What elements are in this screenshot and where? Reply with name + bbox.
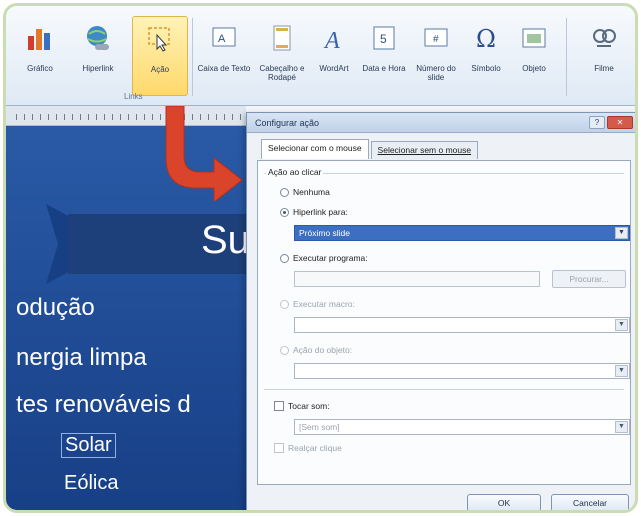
slide-title: Su [201, 218, 250, 262]
dialog-title: Configurar ação [255, 118, 320, 128]
slide-number-icon: # [424, 28, 448, 47]
svg-text:#: # [433, 34, 439, 45]
hyperlink-select-value: Próximo slide [299, 228, 351, 238]
wordart-button[interactable]: A WordArt [306, 16, 362, 96]
macro-select[interactable]: ▼ [294, 317, 630, 333]
action-icon [148, 27, 170, 52]
dialog-tabs: Selecionar com o mouse Selecionar sem o … [261, 139, 480, 159]
chart-button-label: Gráfico [27, 64, 53, 73]
option-run-macro[interactable]: Executar macro: [280, 299, 355, 309]
radio-object-action[interactable] [280, 345, 289, 355]
chart-icon [28, 29, 50, 50]
chevron-down-icon[interactable]: ▼ [615, 365, 628, 377]
option-hyperlink-label: Hiperlink para: [293, 207, 348, 217]
links-group-label: Links [124, 92, 143, 101]
close-button[interactable]: ✕ [607, 116, 633, 129]
option-run-program-label: Executar programa: [293, 253, 368, 263]
browse-button[interactable]: Procurar... [552, 270, 626, 288]
option-object-action-label: Ação do objeto: [293, 345, 353, 355]
wordart-button-label: WordArt [319, 64, 349, 73]
wordart-icon: A [323, 28, 340, 52]
textbox-button[interactable]: A Caixa de Texto [196, 16, 252, 96]
slide-bullet: tes renováveis d [16, 391, 191, 418]
tab-mouse-over[interactable]: Selecionar sem o mouse [370, 141, 479, 159]
hyperlink-button[interactable]: Hiperlink [70, 16, 126, 96]
hyperlink-select[interactable]: Próximo slide ▼ [294, 225, 630, 241]
slide-subitem: Eólica [64, 472, 119, 494]
section-divider [264, 389, 624, 390]
radio-none[interactable] [280, 187, 289, 197]
checkbox-highlight-click[interactable] [274, 443, 284, 453]
chevron-down-icon[interactable]: ▼ [615, 319, 628, 331]
date-time-button[interactable]: 5 Data e Hora [356, 16, 412, 96]
option-run-program[interactable]: Executar programa: [280, 253, 368, 263]
chart-button[interactable]: Gráfico [12, 16, 68, 96]
action-button[interactable]: Ação [132, 16, 188, 96]
slide-subitem-selected[interactable]: Solar [61, 433, 116, 458]
section-label: Ação ao clicar [266, 167, 324, 177]
option-run-macro-label: Executar macro: [293, 299, 355, 309]
option-none-label: Nenhuma [293, 187, 330, 197]
object-button[interactable]: Objeto [506, 16, 562, 96]
program-path-field[interactable] [294, 271, 540, 287]
chevron-down-icon[interactable]: ▼ [615, 227, 628, 239]
option-object-action[interactable]: Ação do objeto: [280, 345, 352, 355]
action-settings-dialog: Configurar ação ? ✕ Selecionar com o mou… [246, 112, 635, 510]
option-none[interactable]: Nenhuma [280, 187, 330, 197]
tab-mouse-over-label: Selecionar sem o mouse [377, 145, 472, 155]
header-footer-icon [273, 25, 291, 51]
object-button-label: Objeto [522, 64, 546, 73]
option-play-sound-label: Tocar som: [288, 401, 330, 411]
film-button[interactable]: Filme [576, 16, 632, 96]
header-footer-button-label: Cabeçalho e Rodapé [259, 64, 305, 82]
tab-panel: Ação ao clicar Nenhuma Hiperlink para: P… [257, 160, 631, 485]
header-footer-button[interactable]: Cabeçalho e Rodapé [254, 16, 310, 96]
action-button-label: Ação [150, 65, 170, 74]
radio-run-program[interactable] [280, 253, 289, 263]
svg-text:A: A [218, 33, 226, 45]
date-time-icon: 5 [373, 26, 395, 50]
ok-button[interactable]: OK [467, 494, 541, 510]
cancel-button[interactable]: Cancelar [551, 494, 629, 510]
option-play-sound[interactable]: Tocar som: [274, 401, 330, 411]
checkbox-play-sound[interactable] [274, 401, 284, 411]
slide-number-button[interactable]: # Número do slide [408, 16, 464, 96]
sound-select[interactable]: [Sem som] ▼ [294, 419, 630, 435]
option-highlight-click[interactable]: Realçar clique [274, 443, 342, 453]
red-arrow-annotation [165, 106, 243, 201]
option-highlight-click-label: Realçar clique [288, 443, 342, 453]
hyperlink-button-label: Hiperlink [82, 64, 114, 73]
svg-text:A: A [323, 28, 340, 52]
svg-text:5: 5 [380, 32, 387, 46]
help-button[interactable]: ? [589, 116, 605, 129]
omega-icon: Ω [476, 25, 496, 52]
radio-run-macro[interactable] [280, 299, 289, 309]
date-time-button-label: Data e Hora [362, 64, 406, 73]
ribbon: Gráfico Hiperlink Ação Links A Caixa de … [6, 6, 635, 106]
film-button-label: Filme [594, 64, 614, 73]
textbox-icon: A [212, 27, 236, 47]
film-icon [593, 29, 616, 47]
sound-select-value: [Sem som] [299, 422, 340, 432]
chevron-down-icon[interactable]: ▼ [615, 421, 628, 433]
object-icon [522, 28, 546, 48]
radio-hyperlink[interactable] [280, 207, 289, 217]
tab-mouse-click[interactable]: Selecionar com o mouse [261, 139, 369, 159]
slide-bullet: nergia limpa [16, 344, 147, 371]
dialog-titlebar: Configurar ação ? ✕ [247, 113, 635, 133]
globe-link-icon [87, 26, 109, 50]
slide-bullet: odução [16, 294, 95, 321]
option-hyperlink[interactable]: Hiperlink para: [280, 207, 348, 217]
slide-number-button-label: Número do slide [416, 64, 456, 82]
ribbon-separator [566, 18, 567, 96]
object-action-select[interactable]: ▼ [294, 363, 630, 379]
textbox-button-label: Caixa de Texto [197, 64, 251, 73]
svg-text:Ω: Ω [476, 25, 496, 52]
screenshot-frame: Gráfico Hiperlink Ação Links A Caixa de … [3, 3, 638, 513]
ribbon-separator [192, 18, 193, 96]
